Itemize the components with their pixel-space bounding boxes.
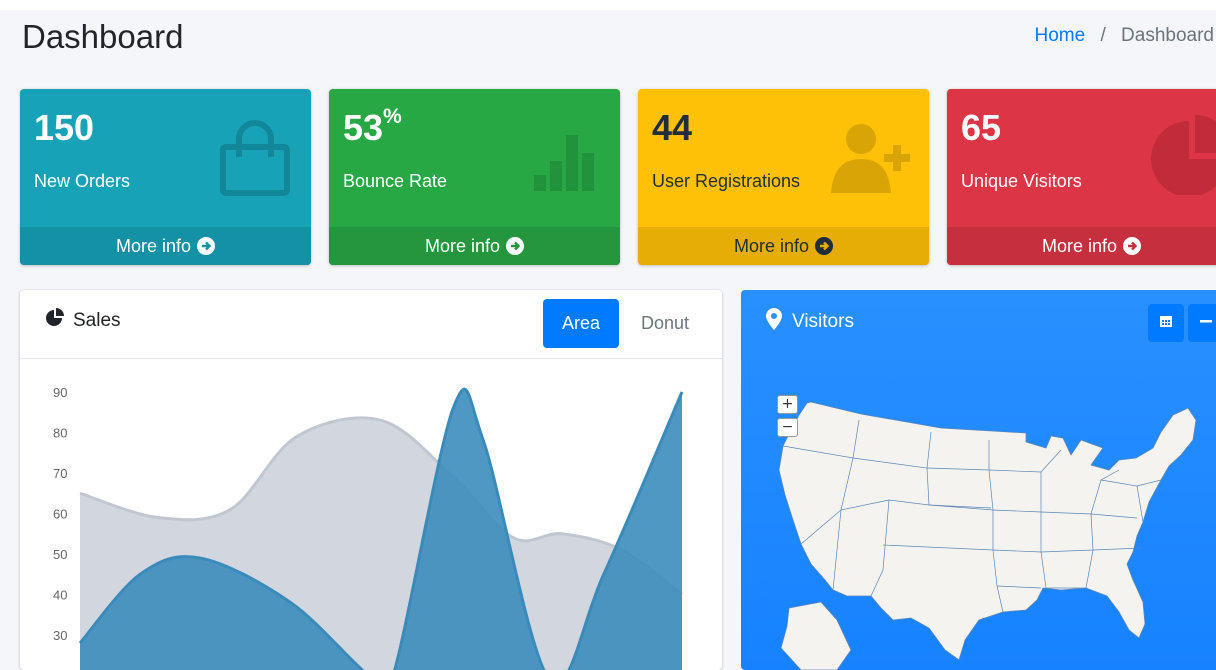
map-zoom-out-button[interactable]: − — [777, 418, 798, 437]
arrow-circle-right-icon — [506, 237, 525, 255]
more-info-link[interactable]: More info — [947, 227, 1216, 265]
y-tick-label: 70 — [53, 466, 67, 481]
sales-card: Sales Area Donut 90 80 70 60 50 40 30 — [20, 290, 722, 670]
tab-area[interactable]: Area — [543, 299, 619, 348]
more-info-link[interactable]: More info — [329, 227, 620, 265]
map-zoom-in-button[interactable]: + — [777, 395, 798, 414]
stat-box-new-orders: 150 New Orders More info — [20, 89, 311, 265]
stat-box-unique-visitors: 65 Unique Visitors More info — [947, 89, 1216, 265]
y-tick-label: 50 — [53, 547, 67, 562]
top-strip — [0, 0, 1216, 10]
stat-box-bounce-rate: 53% Bounce Rate More info — [329, 89, 620, 265]
shopping-bag-icon — [215, 117, 295, 202]
stat-label: New Orders — [34, 171, 131, 191]
chart-pie-icon — [45, 308, 65, 334]
y-tick-label: 40 — [53, 588, 67, 603]
stat-value: 44 — [652, 107, 693, 148]
stat-value: 65 — [961, 107, 1002, 148]
sales-card-header: Sales Area Donut — [20, 290, 722, 359]
breadcrumb-home-link[interactable]: Home — [1035, 25, 1086, 46]
stat-label: Unique Visitors — [961, 171, 1082, 191]
sales-card-title: Sales — [45, 308, 121, 334]
stat-label: User Registrations — [652, 171, 801, 191]
user-plus-icon — [829, 117, 913, 202]
us-map — [778, 401, 1197, 670]
y-tick-label: 80 — [53, 426, 67, 441]
stat-value: 53% — [343, 105, 402, 148]
pie-chart-icon — [1151, 115, 1216, 200]
breadcrumb: Home / Dashboard — [1035, 25, 1214, 47]
sales-area-chart: 90 80 70 60 50 40 30 — [53, 385, 684, 670]
arrow-circle-right-icon — [815, 237, 834, 255]
breadcrumb-separator: / — [1100, 25, 1106, 46]
y-tick-label: 60 — [53, 507, 67, 522]
visitors-card: Visitors — [741, 290, 1216, 670]
arrow-circle-right-icon — [197, 237, 216, 255]
more-info-link[interactable]: More info — [20, 227, 311, 265]
arrow-circle-right-icon — [1123, 237, 1142, 255]
stat-box-user-registrations: 44 User Registrations More info — [638, 89, 929, 265]
page-title: Dashboard — [22, 18, 184, 55]
y-tick-label: 30 — [53, 628, 67, 643]
breadcrumb-current: Dashboard — [1121, 25, 1214, 46]
stat-label: Bounce Rate — [343, 171, 448, 191]
bar-chart-icon — [524, 117, 604, 202]
stat-value: 150 — [34, 107, 95, 148]
more-info-link[interactable]: More info — [638, 227, 929, 265]
y-tick-label: 90 — [53, 385, 67, 400]
tab-donut[interactable]: Donut — [624, 299, 706, 348]
